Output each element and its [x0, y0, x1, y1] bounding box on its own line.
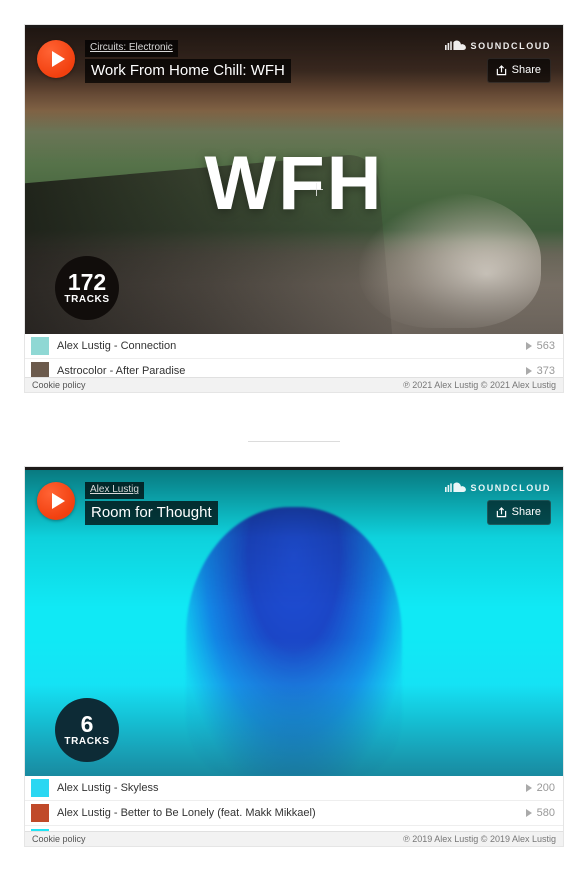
track-count-badge: 172 TRACKS — [55, 256, 119, 320]
play-icon — [51, 51, 65, 67]
track-play-count: 200 — [525, 782, 555, 794]
play-count-icon — [525, 342, 532, 350]
soundcloud-embed-player-room-for-thought[interactable]: Alex Lustig Room for Thought SOUNDCLOUD — [24, 466, 564, 847]
track-title: Alex Lustig - Better to Be Lonely (feat.… — [57, 807, 316, 819]
tracklist-wfh[interactable]: Alex Lustig - Connection 563 Astrocolor … — [25, 334, 563, 392]
soundcloud-logo[interactable]: SOUNDCLOUD — [444, 482, 552, 493]
share-button[interactable]: Share — [486, 58, 551, 83]
track-count-label: TRACKS — [64, 294, 110, 305]
page-root: WFH Circuits: Electronic Work From Home … — [0, 0, 588, 882]
track-title: Alex Lustig - Skyless — [57, 782, 159, 794]
soundcloud-cloud-icon — [444, 482, 466, 492]
track-title: Astrocolor - After Paradise — [57, 365, 186, 377]
track-row[interactable]: Alex Lustig - Connection 563 — [25, 334, 563, 359]
track-count-number: 172 — [67, 269, 107, 295]
soundcloud-cloud-icon — [444, 40, 466, 50]
play-count-value: 580 — [536, 807, 555, 819]
player-artwork-wfh[interactable]: WFH Circuits: Electronic Work From Home … — [25, 28, 563, 334]
player-header-bar: Circuits: Electronic Work From Home Chil… — [25, 28, 563, 95]
player-titles: Alex Lustig Room for Thought — [85, 482, 218, 525]
track-play-count: 580 — [525, 807, 555, 819]
player-titles: Circuits: Electronic Work From Home Chil… — [85, 40, 291, 83]
share-button-label: Share — [511, 64, 541, 76]
share-icon — [496, 64, 506, 75]
tracklist-room-for-thought[interactable]: Alex Lustig - Skyless 200 Alex Lustig - … — [25, 776, 563, 846]
playlist-title[interactable]: Work From Home Chill: WFH — [85, 59, 291, 83]
playback-progress-bar[interactable] — [25, 25, 563, 28]
track-title: Alex Lustig - Connection — [57, 340, 177, 352]
soundcloud-logo[interactable]: SOUNDCLOUD — [444, 40, 552, 51]
soundcloud-wordmark: SOUNDCLOUD — [470, 482, 551, 493]
artist-link[interactable]: Alex Lustig — [85, 482, 144, 499]
soundcloud-wordmark: SOUNDCLOUD — [470, 40, 551, 51]
copyright-text: ℗ 2019 Alex Lustig © 2019 Alex Lustig — [403, 834, 556, 844]
share-button[interactable]: Share — [486, 500, 551, 525]
track-thumbnail — [31, 337, 49, 355]
cookie-policy-link[interactable]: Cookie policy — [32, 380, 86, 390]
cookie-policy-link[interactable]: Cookie policy — [32, 834, 86, 844]
playback-progress-bar[interactable] — [25, 467, 563, 470]
play-count-icon — [525, 784, 532, 792]
player-header-right: SOUNDCLOUD Share — [444, 40, 552, 83]
track-thumbnail — [31, 779, 49, 797]
play-count-value: 563 — [536, 340, 555, 352]
play-count-icon — [525, 809, 532, 817]
artwork-wordmark: WFH — [204, 141, 384, 226]
player-footer: Cookie policy ℗ 2019 Alex Lustig © 2019 … — [25, 831, 563, 846]
play-count-value: 200 — [536, 782, 555, 794]
share-icon — [496, 506, 506, 517]
player-artwork-room-for-thought[interactable]: Alex Lustig Room for Thought SOUNDCLOUD — [25, 470, 563, 776]
track-row[interactable]: Alex Lustig - Better to Be Lonely (feat.… — [25, 801, 563, 826]
playlist-title[interactable]: Room for Thought — [85, 501, 218, 525]
player-footer: Cookie policy ℗ 2021 Alex Lustig © 2021 … — [25, 377, 563, 392]
play-button[interactable] — [37, 40, 75, 78]
play-count-icon — [525, 367, 532, 375]
copyright-text: ℗ 2021 Alex Lustig © 2021 Alex Lustig — [403, 380, 556, 390]
section-divider — [248, 441, 340, 442]
play-icon — [51, 493, 65, 509]
play-button[interactable] — [37, 482, 75, 520]
track-count-number: 6 — [80, 711, 94, 737]
play-count-value: 373 — [536, 365, 555, 377]
artist-link[interactable]: Circuits: Electronic — [85, 40, 178, 57]
soundcloud-embed-player-wfh[interactable]: WFH Circuits: Electronic Work From Home … — [24, 24, 564, 393]
share-button-label: Share — [511, 506, 541, 518]
track-thumbnail — [31, 804, 49, 822]
track-row[interactable]: Alex Lustig - Skyless 200 — [25, 776, 563, 801]
player-header-right: SOUNDCLOUD Share — [444, 482, 552, 525]
track-play-count: 563 — [525, 340, 555, 352]
track-count-label: TRACKS — [64, 736, 110, 747]
player-header-bar: Alex Lustig Room for Thought SOUNDCLOUD — [25, 470, 563, 537]
track-count-badge: 6 TRACKS — [55, 698, 119, 762]
track-play-count: 373 — [525, 365, 555, 377]
